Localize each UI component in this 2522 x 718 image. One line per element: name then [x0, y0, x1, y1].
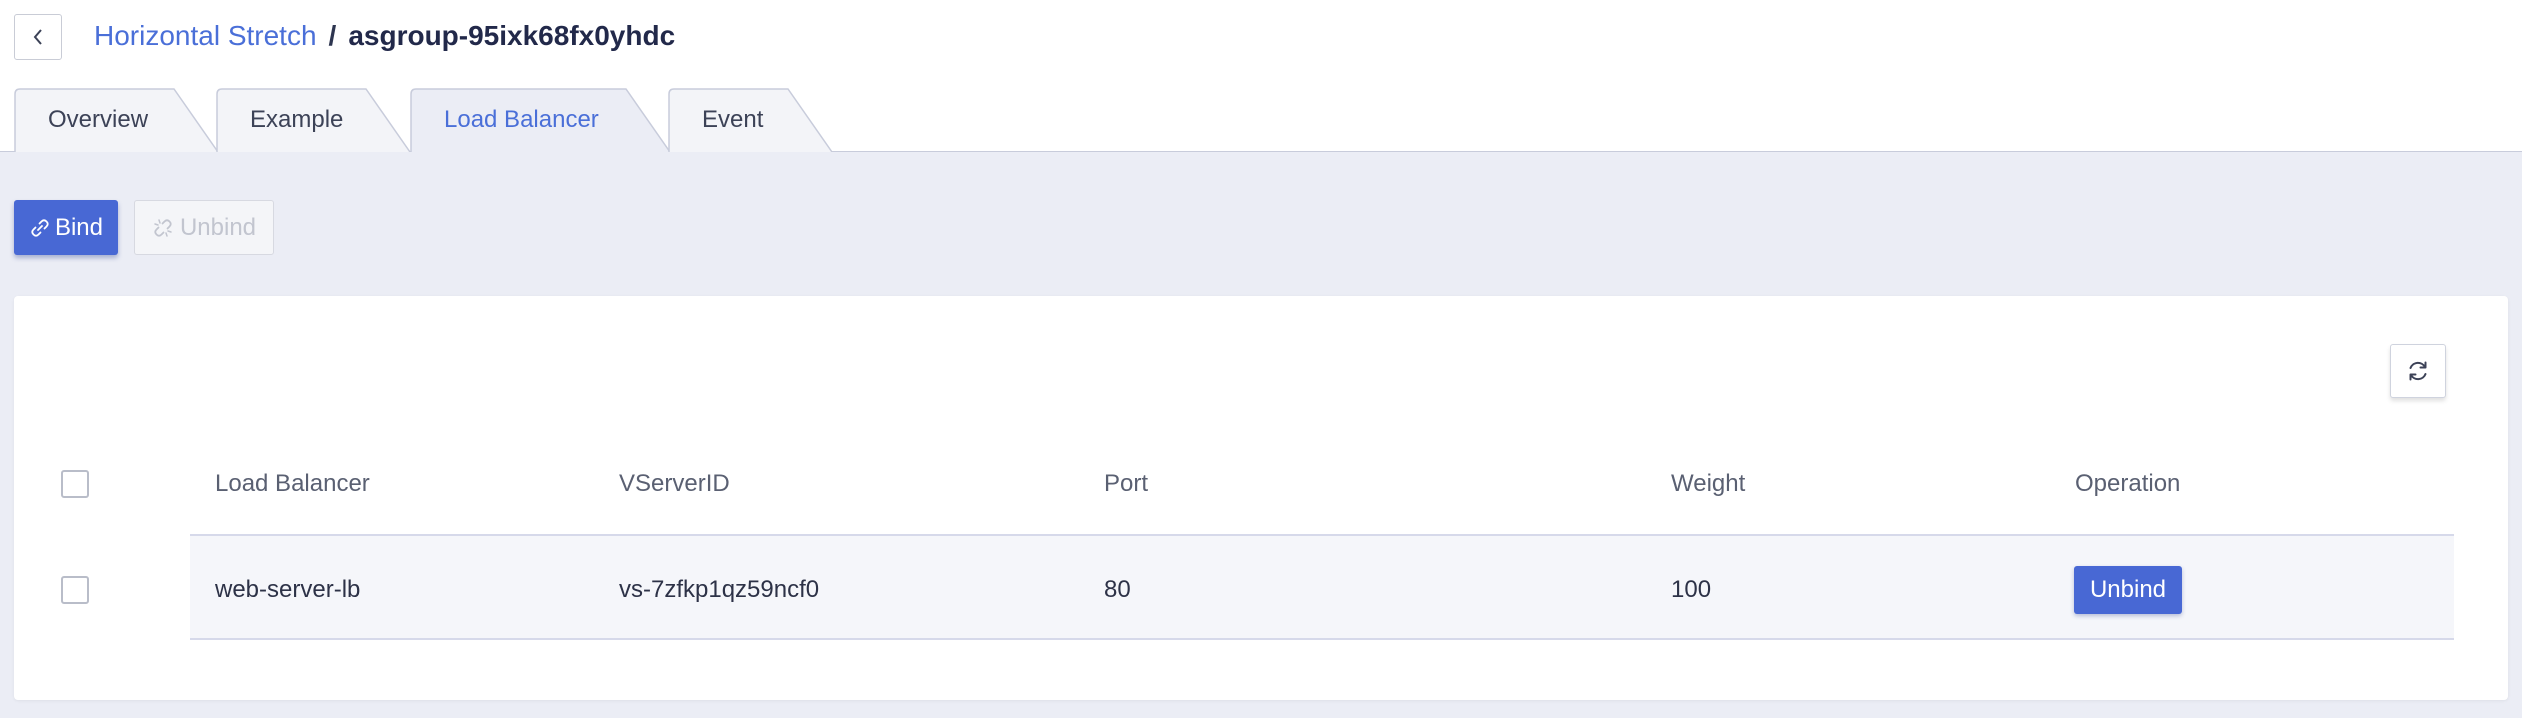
- column-header-vserverid: VServerID: [619, 470, 730, 497]
- cell-port: 80: [1104, 576, 1131, 603]
- row-unbind-button[interactable]: Unbind: [2074, 566, 2182, 614]
- cell-weight: 100: [1671, 576, 1712, 603]
- tab-bar: Overview Example Load Balancer Event: [0, 88, 2522, 152]
- breadcrumb-separator: /: [328, 20, 337, 51]
- breadcrumb: Horizontal Stretch / asgroup-95ixk68fx0y…: [94, 18, 675, 54]
- column-header-operation: Operation: [2075, 470, 2181, 497]
- refresh-button[interactable]: [2390, 344, 2446, 398]
- page-title: asgroup-95ixk68fx0yhdc: [348, 20, 676, 51]
- column-header-load-balancer: Load Balancer: [215, 470, 370, 497]
- select-all-checkbox[interactable]: [61, 470, 89, 498]
- chevron-left-icon: [33, 29, 42, 45]
- tab-load-balancer[interactable]: Load Balancer: [410, 88, 672, 152]
- tab-overview[interactable]: Overview: [14, 88, 220, 152]
- bind-button-label: Bind: [54, 213, 104, 241]
- table-row-divider: [190, 638, 2454, 640]
- tab-example[interactable]: Example: [216, 88, 412, 152]
- unbind-button-disabled: Unbind: [134, 200, 274, 255]
- broken-link-icon: [154, 218, 172, 237]
- unbind-button-label: Unbind: [179, 213, 257, 241]
- refresh-icon: [2409, 361, 2427, 381]
- tab-load-balancer-label: Load Balancer: [444, 106, 599, 133]
- tab-event[interactable]: Event: [668, 88, 834, 152]
- cell-load-balancer: web-server-lb: [215, 576, 361, 603]
- bind-button[interactable]: Bind: [14, 200, 118, 255]
- column-header-port: Port: [1104, 470, 1149, 497]
- cell-vserverid: vs-7zfkp1qz59ncf0: [619, 576, 820, 603]
- back-button[interactable]: [14, 14, 62, 60]
- row-unbind-button-label: Unbind: [2089, 576, 2167, 603]
- column-header-weight: Weight: [1671, 470, 1746, 497]
- load-balancer-table-card: Load Balancer VServerID Port Weight Oper…: [14, 296, 2508, 700]
- breadcrumb-parent-link[interactable]: Horizontal Stretch: [94, 20, 317, 52]
- tab-event-label: Event: [702, 106, 764, 133]
- tab-overview-label: Overview: [48, 106, 149, 133]
- page-header: Horizontal Stretch / asgroup-95ixk68fx0y…: [0, 0, 2522, 152]
- link-icon: [31, 218, 49, 237]
- row-checkbox[interactable]: [61, 576, 89, 604]
- tab-example-label: Example: [250, 106, 344, 133]
